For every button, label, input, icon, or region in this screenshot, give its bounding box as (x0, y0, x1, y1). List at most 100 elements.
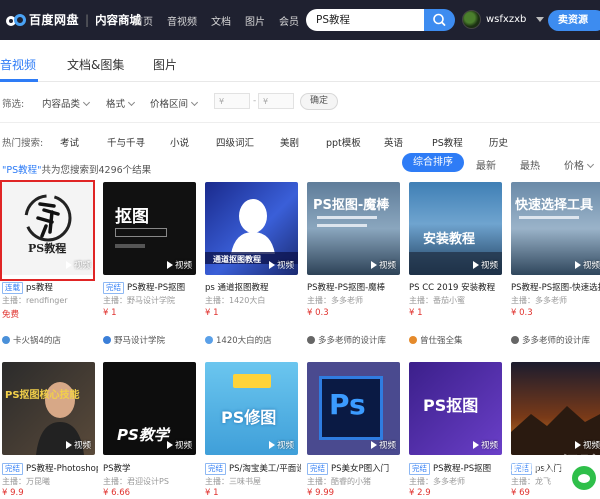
video-label: 视频 (582, 261, 600, 271)
video-label: 视频 (174, 261, 192, 271)
sell-resources-button[interactable]: 卖资源 (548, 10, 600, 31)
title-text: PS/淘宝美工/平面设计 (229, 464, 301, 474)
category-dropdown[interactable]: 内容品类 (42, 96, 91, 110)
search-input[interactable]: PS教程 (306, 9, 426, 31)
course-title[interactable]: PS教学 (103, 462, 199, 474)
course-author: 主播：酷睿的小猪 (307, 477, 371, 486)
price-max-input[interactable]: ¥ (258, 93, 294, 109)
course-price: ¥ 69 (511, 488, 530, 498)
format-dropdown[interactable]: 格式 (106, 96, 136, 110)
nav-audio-video[interactable]: 音视频 (167, 13, 197, 28)
course-thumbnail[interactable]: 抠图 视频 (103, 182, 196, 275)
confirm-price-button[interactable]: 确定 (300, 93, 338, 110)
video-badge: 视频 (166, 259, 192, 271)
course-author: 主播：野马设计学院 (103, 296, 175, 305)
thumbnail-caption: PS教学 (117, 426, 169, 444)
course-thumbnail[interactable]: PS修图 视频 (205, 362, 298, 455)
hot-search-item[interactable]: PS教程 (432, 135, 463, 149)
hot-search-item[interactable]: 四级词汇 (216, 135, 254, 149)
video-badge: 视频 (370, 439, 396, 451)
title-text: PS教程-PS抠图 (433, 464, 492, 474)
shop-link[interactable]: 曾仕强全集 (409, 334, 505, 346)
nav-membership[interactable]: 会员 (279, 13, 299, 28)
shop-link[interactable]: 1420大白的店 (205, 334, 301, 346)
course-title[interactable]: PS教程-PS抠图-魔棒 (307, 281, 403, 293)
price-range-dropdown[interactable]: 价格区间 (150, 96, 199, 110)
course-title[interactable]: PS教程-PS抠图-快速选择工具 (511, 281, 600, 293)
course-thumbnail[interactable]: PS教学 视频 (103, 362, 196, 455)
course-title[interactable]: 完结 PS美女P图入门 (307, 462, 403, 475)
video-label: 视频 (276, 261, 294, 271)
status-badge: 连载 (2, 282, 23, 294)
search-button[interactable] (424, 9, 455, 31)
course-title[interactable]: 连载 ps教程 (2, 281, 98, 294)
course-thumbnail[interactable]: 快速选择工具 视频 (511, 182, 600, 275)
nav-home[interactable]: 首页 (133, 13, 153, 28)
hot-search-label: 热门搜索: (2, 138, 44, 149)
username[interactable]: wsfxzxb (486, 14, 526, 25)
price-min-input[interactable]: ¥ (214, 93, 250, 109)
main-nav: 首页 音视频 文档 图片 会员 (133, 13, 299, 28)
shop-name: 卡火锅4的店 (13, 336, 61, 346)
shop-link[interactable]: 卡火锅4的店 (2, 334, 98, 346)
course-title[interactable]: PS CC 2019 安装教程 (409, 281, 505, 293)
sort-newest[interactable]: 最新 (476, 157, 496, 172)
course-thumbnail[interactable]: PS教程 视频 (2, 182, 95, 275)
course-price: ¥ 1 (409, 308, 423, 318)
nav-images[interactable]: 图片 (245, 13, 265, 28)
hot-search-item[interactable]: 考试 (60, 135, 79, 149)
course-author: 主播：rendfinger (2, 296, 68, 305)
user-avatar[interactable] (462, 10, 481, 29)
course-thumbnail[interactable]: Ps 视频 (307, 362, 400, 455)
title-text: PS教程-PS抠图-魔棒 (307, 283, 386, 293)
course-title[interactable]: 完结 PS教程-Photoshop (2, 462, 98, 475)
thumbnail-line (115, 244, 145, 248)
course-author: 主播：番茄小蜜 (409, 296, 465, 305)
chevron-down-icon (127, 98, 136, 107)
shop-icon (2, 336, 10, 344)
title-text: ps教程 (26, 283, 53, 293)
tab-images[interactable]: 图片 (153, 56, 177, 73)
shop-link[interactable]: 多多老师的设计库 (307, 334, 403, 346)
hot-search-item[interactable]: ppt模板 (326, 135, 361, 149)
hot-search-item[interactable]: 千与千寻 (107, 135, 145, 149)
hot-search-item[interactable]: 小说 (170, 135, 189, 149)
hot-search-item[interactable]: 英语 (384, 135, 403, 149)
status-badge: 完结 (2, 463, 23, 475)
course-thumbnail[interactable]: PS抠图 视频 (409, 362, 502, 455)
course-thumbnail[interactable]: PS抠图-魔棒 视频 (307, 182, 400, 275)
baidu-netdisk-logo[interactable]: 百度网盘 | 内容商城 (6, 11, 141, 28)
play-icon (472, 261, 479, 269)
thumbnail-caption: Ps (329, 388, 366, 421)
course-price: 免费 (2, 310, 20, 320)
course-price: ¥ 0.3 (307, 308, 329, 318)
course-price: ¥ 0.3 (511, 308, 533, 318)
tab-docs-albums[interactable]: 文档&图集 (67, 56, 124, 73)
tab-audio-video[interactable]: 音视频 (0, 56, 36, 73)
video-label: 视频 (378, 441, 396, 451)
course-thumbnail[interactable]: 安装教程 视频 (409, 182, 502, 275)
hot-search-item[interactable]: 历史 (489, 135, 508, 149)
thumbnail-caption: 通道抠图教程 (213, 255, 261, 264)
shop-link[interactable]: 多多老师的设计库 (511, 334, 600, 346)
course-title[interactable]: ps 通道抠图教程 (205, 281, 301, 293)
title-text: ps 通道抠图教程 (205, 283, 269, 293)
price-range-dash: - (253, 96, 257, 106)
course-thumbnail[interactable]: 视频 (511, 362, 600, 455)
video-label: 视频 (276, 441, 294, 451)
sort-price[interactable]: 价格 (564, 157, 595, 172)
course-thumbnail[interactable]: PS抠图核心技能 视频 (2, 362, 95, 455)
course-thumbnail[interactable]: 通道抠图教程 视频 (205, 182, 298, 275)
thumbnail-caption: PS抠图-魔棒 (313, 198, 390, 213)
shop-link[interactable]: 野马设计学院 (103, 334, 199, 346)
wechat-share-button[interactable] (572, 466, 596, 490)
sort-comprehensive[interactable]: 综合排序 (402, 153, 464, 172)
chevron-down-icon[interactable] (536, 17, 544, 22)
hot-search-item[interactable]: 美剧 (280, 135, 299, 149)
course-title[interactable]: 完结PS/淘宝美工/平面设计 (205, 462, 301, 475)
nav-documents[interactable]: 文档 (211, 13, 231, 28)
title-text: PS教程-Photoshop (26, 464, 98, 474)
course-title[interactable]: 完结 PS教程-PS抠图 (103, 281, 199, 294)
sort-hottest[interactable]: 最热 (520, 157, 540, 172)
play-icon (166, 441, 173, 449)
